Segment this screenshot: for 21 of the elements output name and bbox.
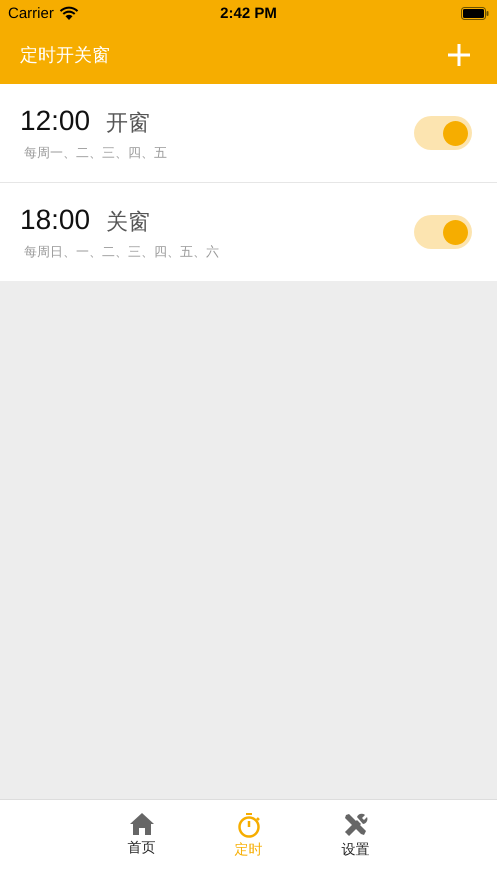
home-tab[interactable]: 首页 [119, 812, 164, 864]
add-icon[interactable] [447, 43, 471, 67]
page-title: 定时开关窗 [20, 44, 110, 67]
timer-action: 开窗 [106, 110, 150, 138]
timer-time: 18:00 [20, 204, 90, 236]
repeat-days: 每周一、二、三、四、五 [20, 144, 167, 162]
home-icon [128, 812, 154, 836]
timer-action: 关窗 [106, 208, 150, 236]
carrier-label: Carrier [8, 4, 54, 22]
timer-time: 12:00 [20, 104, 90, 136]
timer-row[interactable]: 18:00 关窗 每周日、一、二、三、四、五、六 [0, 183, 497, 281]
settings-tab[interactable]: 设置 [333, 812, 378, 864]
battery-icon [461, 6, 489, 20]
status-time: 2:42 PM [220, 4, 277, 22]
repeat-days: 每周日、一、二、三、四、五、六 [20, 242, 219, 260]
toggle-switch[interactable] [414, 215, 472, 249]
toggle-switch[interactable] [414, 116, 472, 150]
tools-icon [342, 812, 368, 838]
stopwatch-icon [236, 812, 262, 838]
wifi-icon [58, 6, 79, 20]
timer-row[interactable]: 12:00 开窗 每周一、二、三、四、五 [0, 84, 497, 183]
